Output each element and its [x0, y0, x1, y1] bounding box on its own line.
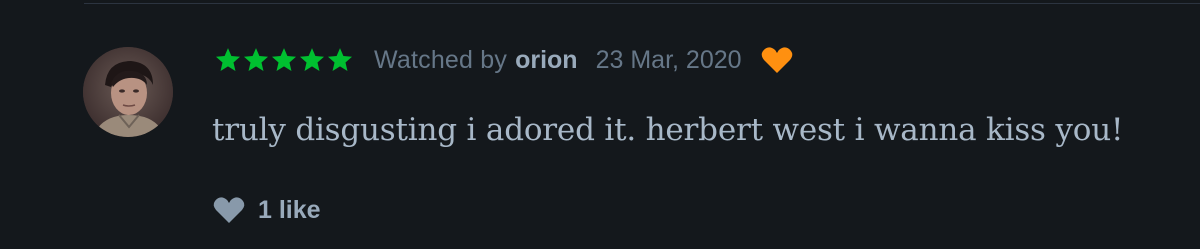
heart-icon[interactable]: [212, 195, 246, 225]
star-icon: [214, 46, 242, 74]
review-header: Watched by orion 23 Mar, 2020: [214, 38, 794, 82]
star-icon: [326, 46, 354, 74]
username-link[interactable]: orion: [515, 46, 578, 75]
heart-icon: [760, 45, 794, 75]
star-icon: [298, 46, 326, 74]
avatar-image: [83, 47, 173, 137]
like-count[interactable]: 1 like: [258, 196, 321, 225]
watched-by-label: Watched by: [374, 45, 508, 74]
review-card: Watched by orion 23 Mar, 2020 truly disg…: [0, 0, 1200, 249]
review-date[interactable]: 23 Mar, 2020: [596, 46, 742, 75]
review-text: truly disgusting i adored it. herbert we…: [212, 112, 1124, 148]
divider: [84, 3, 1200, 4]
like-button[interactable]: 1 like: [212, 190, 321, 230]
star-rating: [214, 46, 354, 74]
star-icon: [242, 46, 270, 74]
star-icon: [270, 46, 298, 74]
avatar[interactable]: [83, 47, 173, 137]
